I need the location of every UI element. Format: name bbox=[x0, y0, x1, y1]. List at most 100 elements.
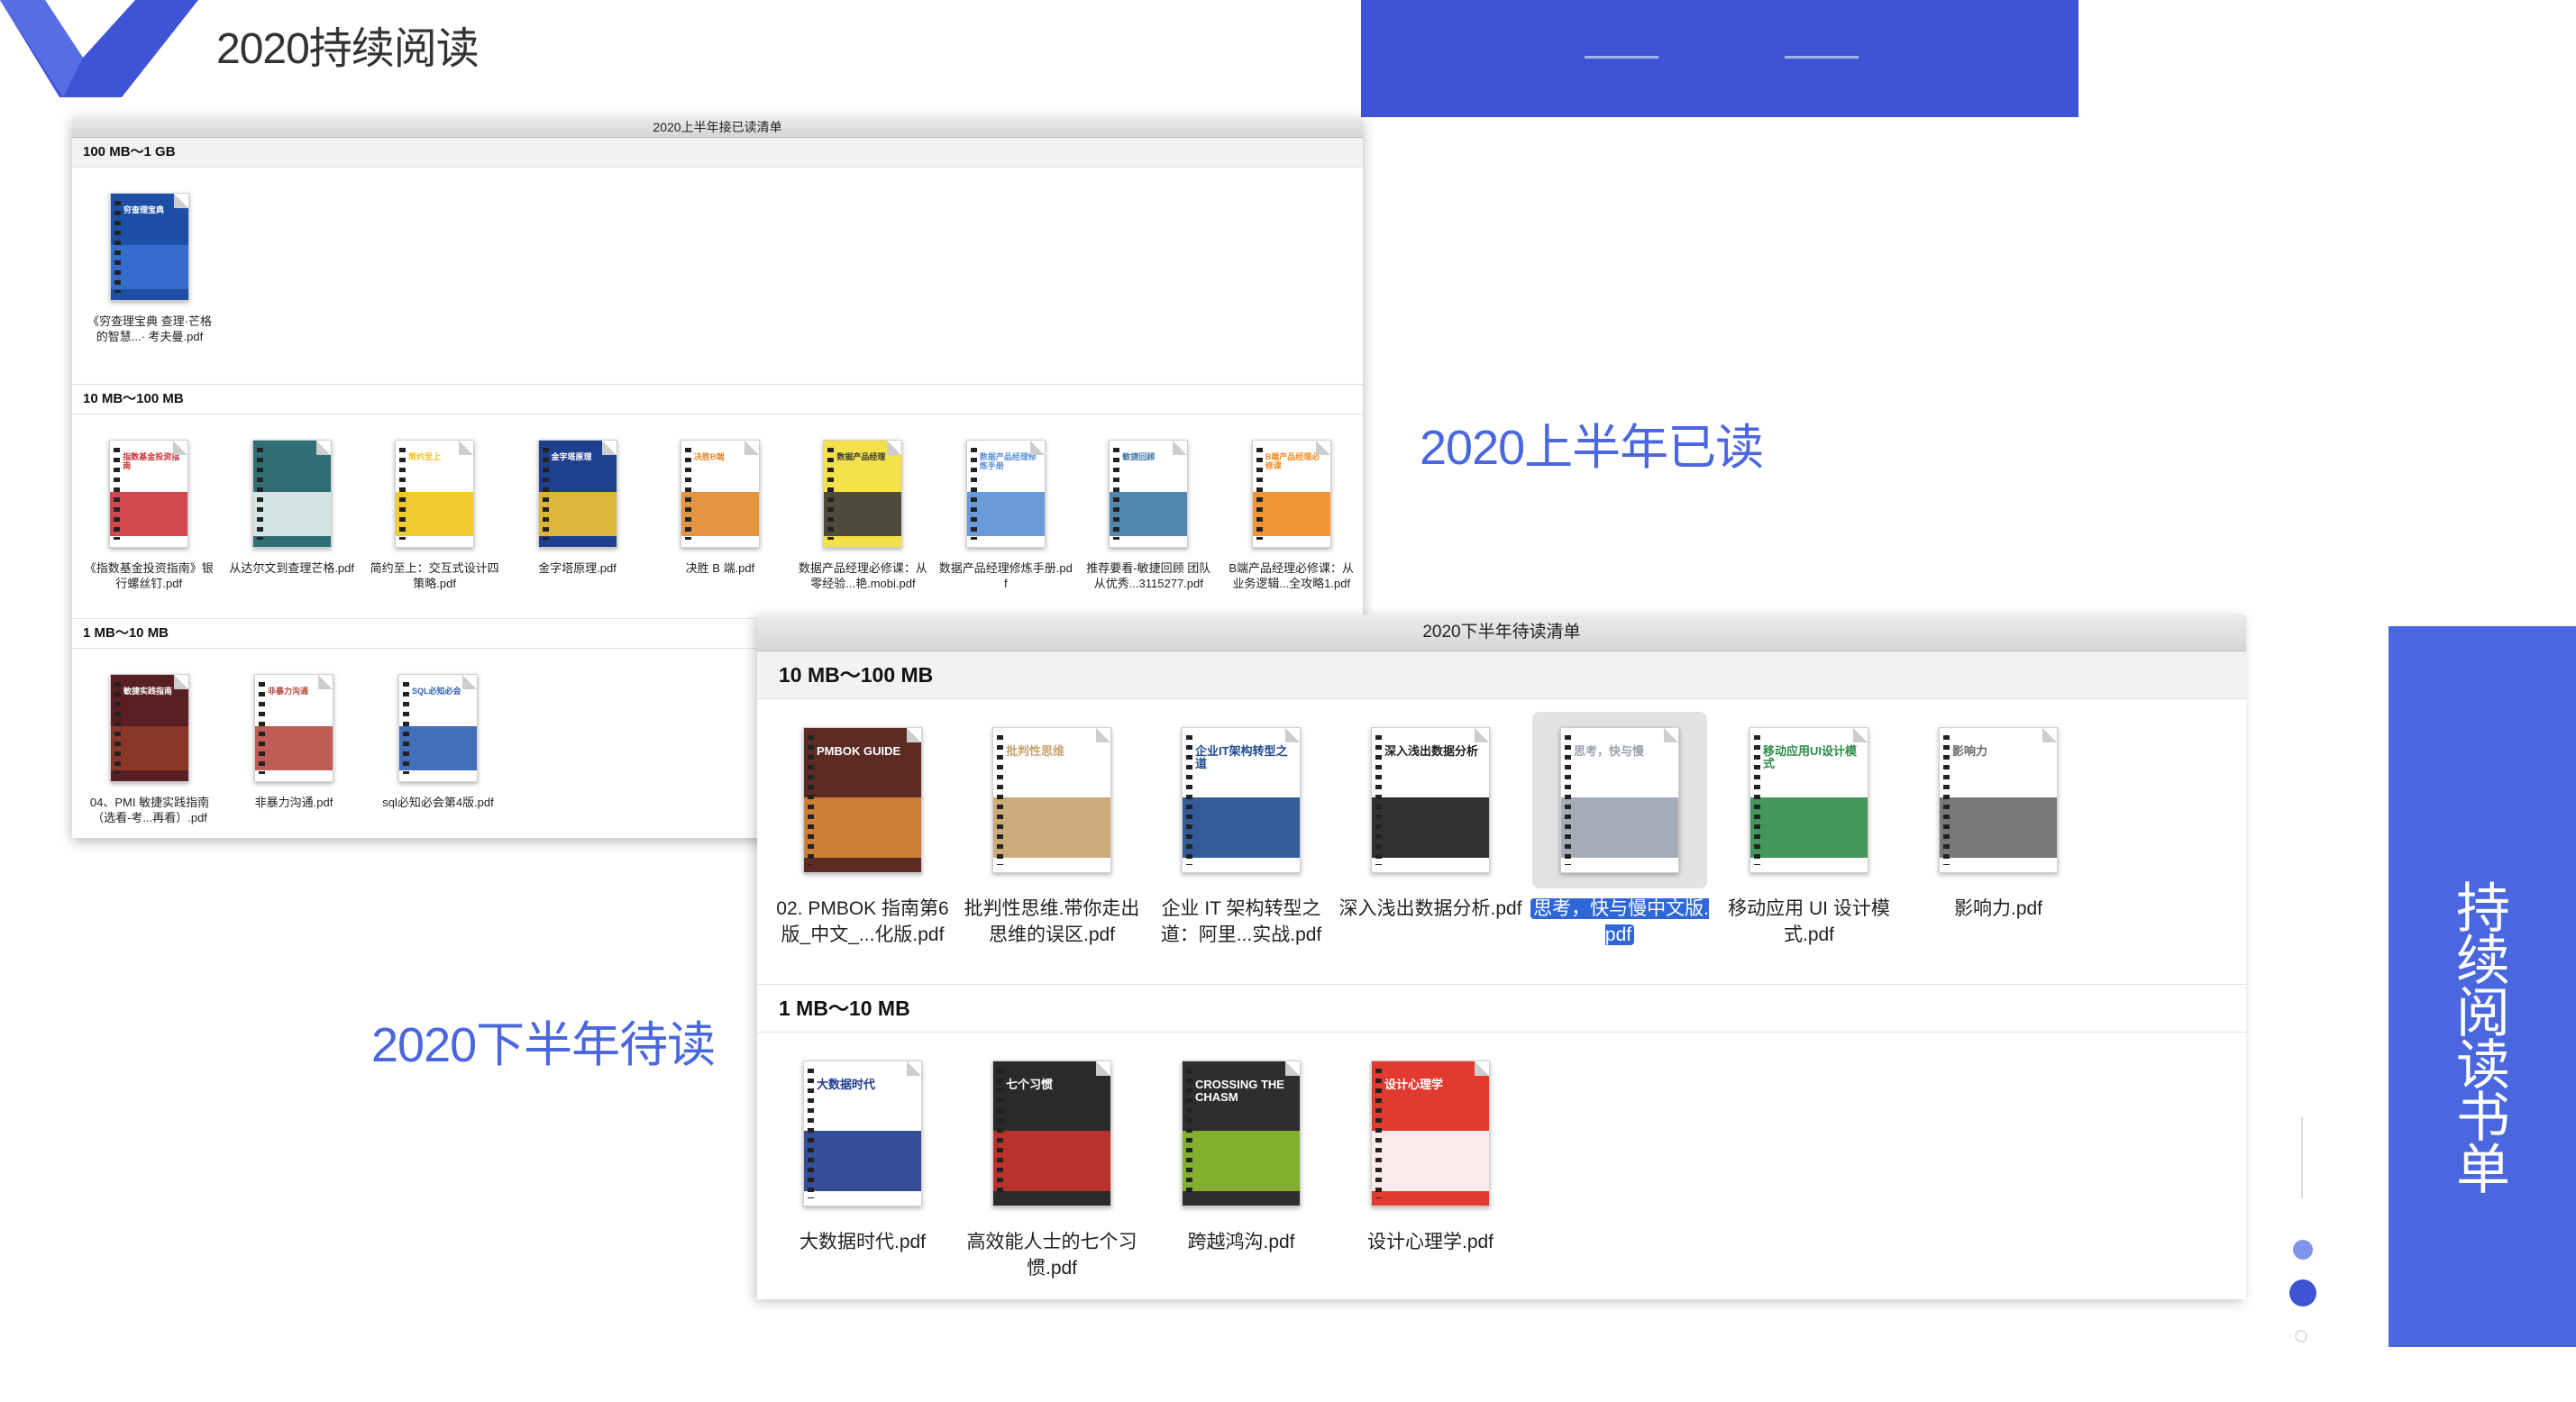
page-fold-icon bbox=[1475, 1061, 1489, 1076]
file-icon-wrap[interactable]: SQL必知必会 bbox=[375, 667, 501, 789]
pdf-thumbnail-icon[interactable]: 移动应用UI设计模式 bbox=[1749, 727, 1868, 873]
pdf-thumbnail-icon[interactable]: 决胜B端 bbox=[680, 440, 760, 548]
pdf-thumbnail-icon[interactable]: 简约至上 bbox=[395, 440, 475, 548]
binder-rings-icon bbox=[1943, 735, 1950, 865]
file-icon-wrap[interactable]: 设计心理学 bbox=[1343, 1045, 1518, 1222]
file-icon-wrap[interactable]: 决胜B端 bbox=[657, 432, 783, 555]
cover-title-text: 影响力 bbox=[1952, 744, 1988, 759]
binder-rings-icon bbox=[1113, 448, 1120, 540]
page-fold-icon bbox=[887, 441, 902, 455]
pdf-thumbnail-icon[interactable]: 批判性思维 bbox=[992, 727, 1111, 873]
pdf-thumbnail-icon[interactable]: 数据产品经理修炼手册 bbox=[965, 440, 1046, 548]
file-item[interactable]: 深入浅出数据分析 深入浅出数据分析.pdf bbox=[1336, 712, 1525, 984]
pdf-thumbnail-icon[interactable] bbox=[251, 440, 332, 548]
file-name-text: sql必知必会第4版.pdf bbox=[382, 796, 494, 809]
file-item[interactable]: 思考，快与慢 思考，快与慢中文版.pdf bbox=[1525, 712, 1714, 984]
file-item[interactable]: PMBOK GUIDE 02. PMBOK 指南第6版_中文_...化版.pdf bbox=[768, 712, 957, 984]
file-item[interactable]: 敏捷实践指南 04、PMI 敏捷实践指南（选看-考...再看）.pdf bbox=[78, 667, 222, 838]
file-icon-wrap[interactable]: 数据产品经理 bbox=[799, 432, 926, 555]
file-item[interactable]: 从达尔文到查理芒格.pdf bbox=[220, 432, 362, 618]
page-fold-icon bbox=[1315, 441, 1330, 455]
pager-dot[interactable] bbox=[2295, 1330, 2307, 1343]
file-item[interactable]: 数据产品经理 数据产品经理必修课：从零经验...艳.mobi.pdf bbox=[791, 432, 934, 618]
file-icon-wrap[interactable]: 非暴力沟通 bbox=[231, 667, 357, 789]
pdf-thumbnail-icon[interactable]: 敏捷实践指南 bbox=[110, 674, 189, 782]
file-item[interactable]: 企业IT架构转型之道 企业 IT 架构转型之道：阿里...实战.pdf bbox=[1146, 712, 1336, 984]
pager-dot[interactable] bbox=[2293, 1240, 2313, 1260]
binder-rings-icon bbox=[399, 448, 406, 540]
pdf-thumbnail-icon[interactable]: 影响力 bbox=[1939, 727, 2058, 873]
pager-dot-active[interactable] bbox=[2289, 1279, 2316, 1306]
file-item[interactable]: 批判性思维 批判性思维.带你走出思维的误区.pdf bbox=[957, 712, 1146, 984]
caption-first-half-read: 2020上半年已读 bbox=[1420, 421, 1764, 475]
file-item[interactable]: SQL必知必会 sql必知必会第4版.pdf bbox=[366, 667, 510, 838]
page-fold-icon bbox=[462, 675, 477, 689]
file-item[interactable]: CROSSING THE CHASM 跨越鸿沟.pdf bbox=[1146, 1045, 1336, 1299]
pdf-thumbnail-icon[interactable]: SQL必知必会 bbox=[398, 674, 478, 782]
file-icon-wrap[interactable]: 敏捷回顾 bbox=[1085, 432, 1211, 555]
file-icon-wrap[interactable]: 企业IT架构转型之道 bbox=[1154, 712, 1329, 888]
file-icon-wrap[interactable]: 穷查理宝典 bbox=[87, 186, 213, 308]
binder-rings-icon bbox=[114, 201, 121, 293]
file-icon-wrap[interactable]: 数据产品经理修炼手册 bbox=[943, 432, 1069, 555]
file-item[interactable]: 移动应用UI设计模式 移动应用 UI 设计模式.pdf bbox=[1714, 712, 1904, 984]
file-item[interactable]: 决胜B端决胜 B 端.pdf bbox=[649, 432, 791, 618]
pdf-thumbnail-icon[interactable]: 指数基金投资指南 bbox=[109, 440, 189, 548]
file-item[interactable]: 金字塔原理 金字塔原理.pdf bbox=[506, 432, 648, 618]
pdf-thumbnail-icon[interactable]: 非暴力沟通 bbox=[254, 674, 333, 782]
file-name-label: 从达尔文到查理芒格.pdf bbox=[224, 560, 360, 576]
file-name-text: 数据产品经理修炼手册.pdf bbox=[938, 561, 1073, 590]
file-item[interactable]: 大数据时代 大数据时代.pdf bbox=[768, 1045, 957, 1299]
pdf-thumbnail-icon[interactable]: 思考，快与慢 bbox=[1560, 727, 1679, 873]
pdf-thumbnail-icon[interactable]: 金字塔原理 bbox=[537, 440, 617, 548]
pdf-thumbnail-icon[interactable]: PMBOK GUIDE bbox=[803, 727, 922, 873]
pdf-thumbnail-icon[interactable]: 企业IT架构转型之道 bbox=[1182, 727, 1301, 873]
file-icon-wrap[interactable]: 七个习惯 bbox=[964, 1045, 1139, 1222]
pdf-thumbnail-icon[interactable]: 大数据时代 bbox=[803, 1061, 922, 1206]
pdf-thumbnail-icon[interactable]: CROSSING THE CHASM bbox=[1182, 1061, 1301, 1206]
page-fold-icon bbox=[174, 675, 188, 689]
pdf-thumbnail-icon[interactable]: 设计心理学 bbox=[1371, 1061, 1490, 1206]
file-icon-wrap[interactable]: 指数基金投资指南 bbox=[86, 432, 212, 555]
cover-art bbox=[396, 491, 474, 537]
file-item[interactable]: 数据产品经理修炼手册数据产品经理修炼手册.pdf bbox=[935, 432, 1077, 618]
file-name-text: 《穷查理宝典 查理·芒格的智慧...· 考夫曼.pdf bbox=[87, 314, 212, 343]
file-item[interactable]: 敏捷回顾推荐要看-敏捷回顾 团队从优秀...3115277.pdf bbox=[1077, 432, 1219, 618]
file-icon-wrap[interactable]: 金字塔原理 bbox=[515, 432, 641, 555]
file-icon-wrap[interactable]: PMBOK GUIDE bbox=[775, 712, 950, 888]
file-item[interactable]: 指数基金投资指南 《指数基金投资指南》银行螺丝钉.pdf bbox=[78, 432, 220, 618]
page-fold-icon bbox=[174, 194, 188, 208]
file-icon-wrap[interactable]: CROSSING THE CHASM bbox=[1154, 1045, 1329, 1222]
file-icon-wrap[interactable]: 批判性思维 bbox=[964, 712, 1139, 888]
pdf-thumbnail-icon[interactable]: B端产品经理必修课 bbox=[1251, 440, 1331, 548]
file-icon-wrap[interactable]: 大数据时代 bbox=[775, 1045, 950, 1222]
cover-art bbox=[1372, 797, 1489, 858]
file-item[interactable]: 简约至上 简约至上：交互式设计四策略.pdf bbox=[363, 432, 506, 618]
file-icon-wrap[interactable]: 移动应用UI设计模式 bbox=[1722, 712, 1896, 888]
file-icon-wrap[interactable]: 深入浅出数据分析 bbox=[1343, 712, 1518, 888]
pdf-thumbnail-icon[interactable]: 敏捷回顾 bbox=[1109, 440, 1189, 548]
file-name-text: 推荐要看-敏捷回顾 团队从优秀...3115277.pdf bbox=[1086, 561, 1211, 590]
file-icon-wrap[interactable]: 思考，快与慢 bbox=[1532, 712, 1707, 888]
cover-title-text: 数据产品经理修炼手册 bbox=[979, 452, 1037, 470]
file-item[interactable]: 穷查理宝典《穷查理宝典 查理·芒格的智慧...· 考夫曼.pdf bbox=[78, 186, 222, 384]
pdf-thumbnail-icon[interactable]: 深入浅出数据分析 bbox=[1371, 727, 1490, 873]
pdf-thumbnail-icon[interactable]: 穷查理宝典 bbox=[110, 193, 189, 301]
pdf-thumbnail-icon[interactable]: 数据产品经理 bbox=[823, 440, 903, 548]
file-item[interactable]: 非暴力沟通 非暴力沟通.pdf bbox=[222, 667, 366, 838]
file-item[interactable]: B端产品经理必修课 B端产品经理必修课：从业务逻辑...全攻略1.pdf bbox=[1220, 432, 1363, 618]
file-icon-wrap[interactable]: B端产品经理必修课 bbox=[1229, 432, 1355, 555]
pdf-thumbnail-icon[interactable]: 七个习惯 bbox=[992, 1061, 1111, 1206]
file-icon-wrap[interactable]: 简约至上 bbox=[371, 432, 498, 555]
file-icon-wrap[interactable]: 敏捷实践指南 bbox=[87, 667, 213, 789]
file-icon-wrap[interactable] bbox=[229, 432, 355, 555]
file-item[interactable]: 影响力 影响力.pdf bbox=[1904, 712, 2093, 984]
file-icon-wrap[interactable]: 影响力 bbox=[1911, 712, 2086, 888]
file-name-label: B端产品经理必修课：从业务逻辑...全攻略1.pdf bbox=[1224, 560, 1359, 591]
file-item[interactable]: 七个习惯 高效能人士的七个习惯.pdf bbox=[957, 1045, 1146, 1299]
file-name-label: 02. PMBOK 指南第6版_中文_...化版.pdf bbox=[770, 896, 955, 948]
page-fold-icon bbox=[1285, 1061, 1300, 1076]
file-item[interactable]: 设计心理学 设计心理学.pdf bbox=[1336, 1045, 1525, 1299]
binder-rings-icon bbox=[997, 1069, 1003, 1198]
file-name-text: 决胜 B 端.pdf bbox=[685, 561, 755, 575]
